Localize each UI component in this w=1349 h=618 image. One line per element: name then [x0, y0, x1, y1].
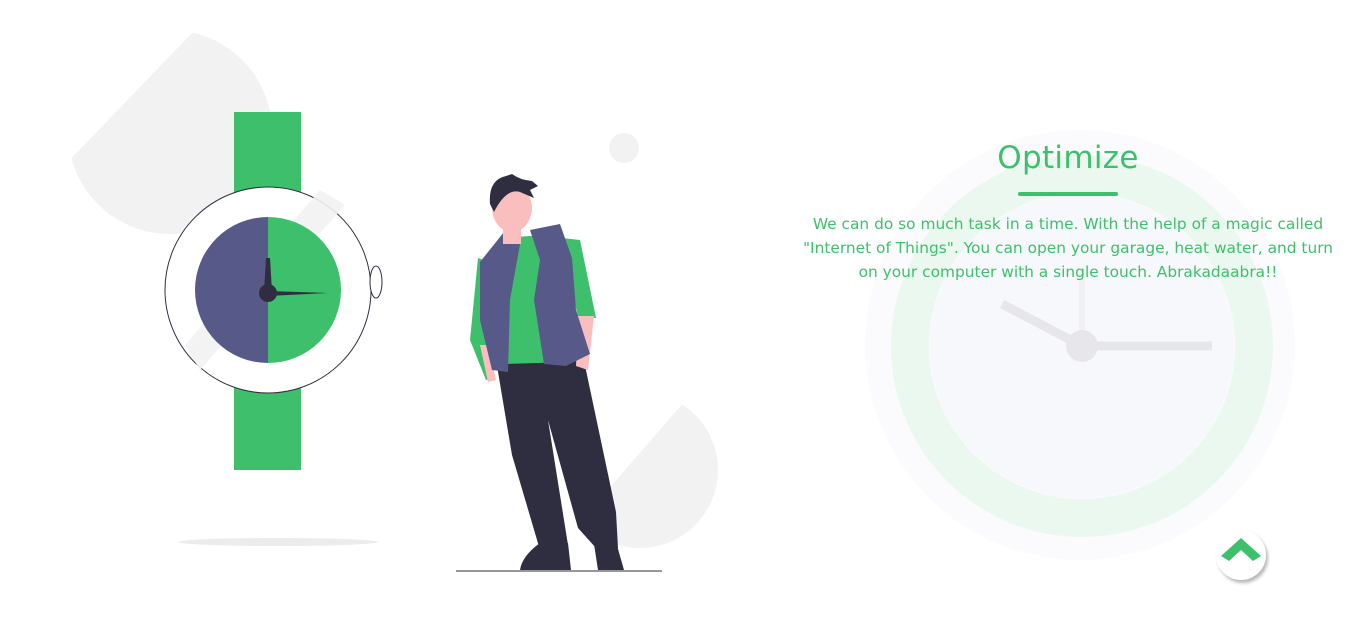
scroll-to-top-button[interactable]	[1216, 530, 1266, 580]
feature-title: Optimize	[997, 140, 1139, 176]
man-shoe-right	[594, 542, 624, 570]
feature-section: Optimize We can do so much task in a tim…	[800, 134, 1336, 284]
smartwatch-illustration	[60, 30, 718, 572]
chevron-up-icon	[1221, 538, 1261, 561]
watch-shadow	[178, 538, 378, 546]
feature-description: We can do so much task in a time. With t…	[802, 215, 1334, 281]
watch-hub	[259, 284, 277, 302]
title-underline	[1018, 192, 1118, 196]
bg-dot	[609, 133, 639, 163]
watch-crown	[369, 265, 383, 299]
man-shoe-left	[520, 543, 571, 570]
